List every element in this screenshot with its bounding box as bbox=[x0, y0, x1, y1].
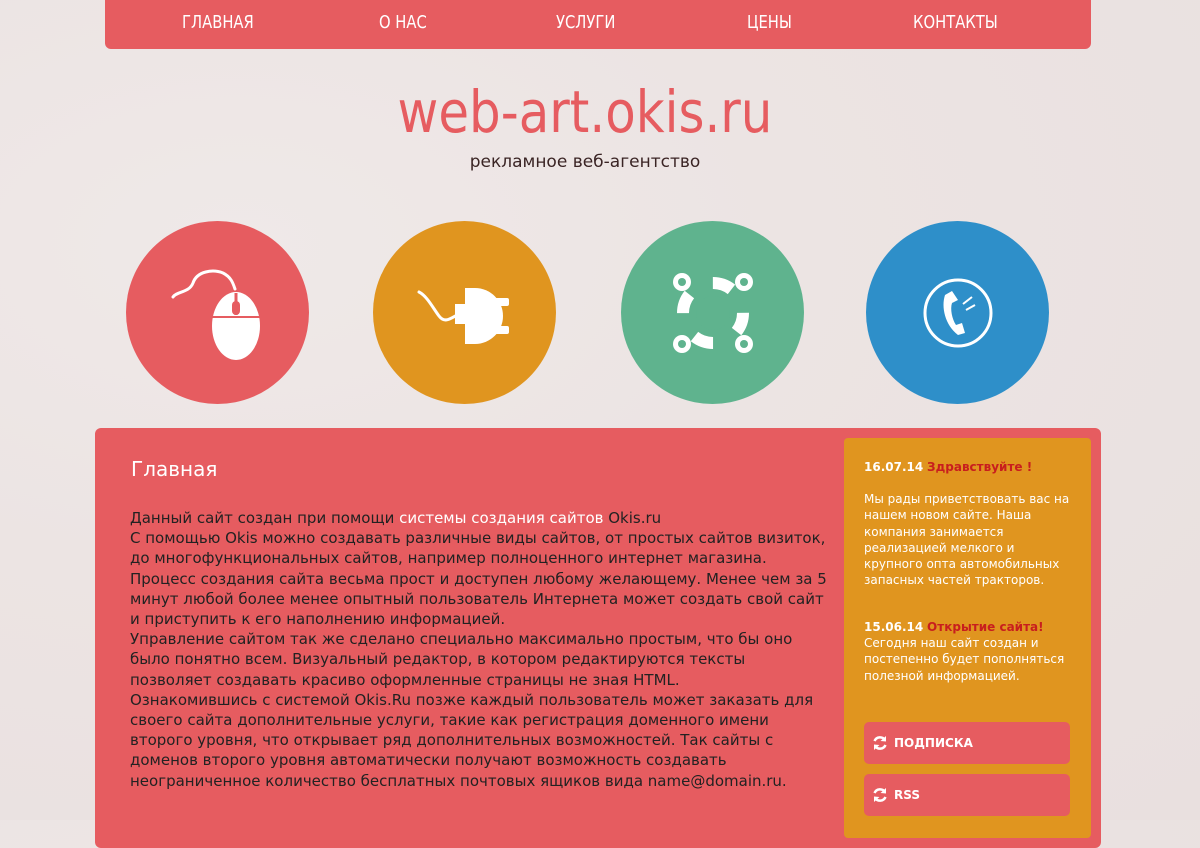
subscribe-button[interactable]: ПОДПИСКА bbox=[864, 722, 1070, 764]
rss-label: RSS bbox=[894, 788, 920, 802]
news-item: 16.07.14 Здравствуйте ! Мы рады приветст… bbox=[864, 459, 1074, 588]
news-date: 15.06.14 bbox=[864, 620, 924, 634]
site-tagline: рекламное веб-агентство bbox=[469, 152, 701, 172]
nav-about[interactable]: О НАС bbox=[379, 12, 427, 33]
mouse-icon bbox=[163, 263, 273, 363]
paragraph: С помощью Okis можно создавать различные… bbox=[130, 529, 826, 568]
nav-services[interactable]: УСЛУГИ bbox=[556, 12, 615, 33]
phone-icon bbox=[918, 273, 998, 353]
refresh-icon bbox=[872, 787, 888, 803]
article-body: Данный сайт создан при помощи системы со… bbox=[130, 508, 830, 791]
news-text: Сегодня наш сайт создан и постепенно буд… bbox=[864, 636, 1065, 683]
news-item: 15.06.14 Открытие сайта! Сегодня наш сай… bbox=[864, 619, 1074, 684]
top-nav: ГЛАВНАЯ О НАС УСЛУГИ ЦЕНЫ КОНТАКТЫ bbox=[105, 0, 1091, 49]
page-title: Главная bbox=[131, 457, 218, 481]
feature-plug[interactable] bbox=[373, 221, 556, 404]
news-headline-link[interactable]: Открытие сайта! bbox=[927, 620, 1044, 634]
lifebuoy-icon bbox=[668, 268, 758, 358]
nav-home[interactable]: ГЛАВНАЯ bbox=[182, 12, 254, 33]
refresh-icon bbox=[872, 735, 888, 751]
subscribe-label: ПОДПИСКА bbox=[894, 736, 973, 750]
intro-suffix: Okis.ru bbox=[603, 509, 662, 527]
paragraph: Управление сайтом так же сделано специал… bbox=[130, 630, 793, 689]
nav-contacts[interactable]: КОНТАКТЫ bbox=[913, 12, 998, 33]
paragraph: Ознакомившись с системой Okis.Ru позже к… bbox=[130, 690, 814, 790]
feature-lifebuoy[interactable] bbox=[621, 221, 804, 404]
news-text: Мы рады приветствовать вас на нашем ново… bbox=[864, 492, 1070, 588]
feature-phone[interactable] bbox=[866, 221, 1049, 404]
site-title[interactable]: web-art.okis.ru bbox=[82, 78, 1088, 146]
plug-icon bbox=[415, 268, 515, 358]
intro-text: Данный сайт создан при помощи bbox=[130, 509, 400, 527]
news-headline-link[interactable]: Здравствуйте ! bbox=[927, 460, 1032, 474]
feature-mouse[interactable] bbox=[126, 221, 309, 404]
site-builder-link[interactable]: системы создания сайтов bbox=[399, 509, 603, 527]
intro-line: Данный сайт создан при помощи системы со… bbox=[130, 508, 830, 528]
rss-button[interactable]: RSS bbox=[864, 774, 1070, 816]
paragraph: Процесс создания сайта весьма прост и до… bbox=[130, 569, 827, 629]
nav-prices[interactable]: ЦЕНЫ bbox=[747, 12, 792, 33]
news-date: 16.07.14 bbox=[864, 460, 924, 474]
